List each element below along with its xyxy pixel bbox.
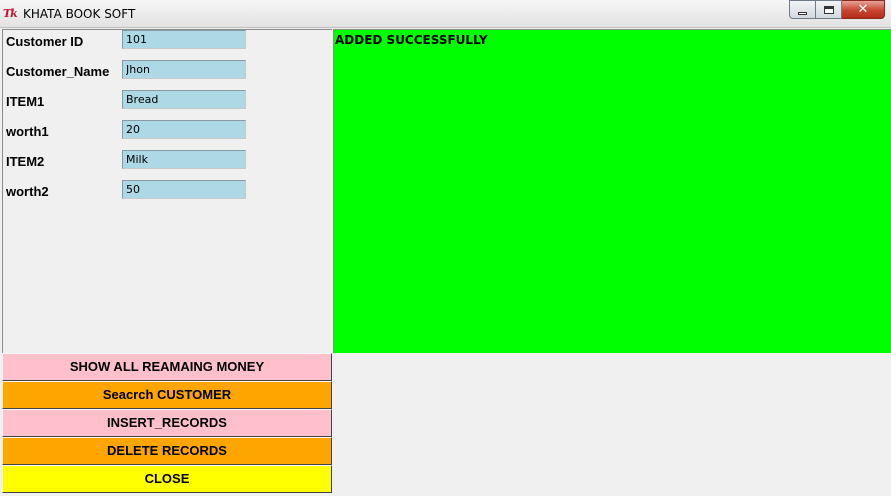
- worth2-input[interactable]: [122, 180, 246, 199]
- maximize-icon: [823, 5, 834, 14]
- customer-form: Customer ID Customer_Name ITEM1 worth1 I…: [2, 29, 332, 353]
- item1-input[interactable]: [122, 90, 246, 109]
- search-customer-button[interactable]: Seacrch CUSTOMER: [2, 381, 332, 409]
- insert-records-button[interactable]: INSERT_RECORDS: [2, 409, 332, 437]
- delete-records-button[interactable]: DELETE RECORDS: [2, 437, 332, 465]
- item1-label: ITEM1: [6, 94, 45, 109]
- customer-id-label: Customer ID: [6, 34, 84, 49]
- customer-name-label: Customer_Name: [6, 64, 110, 79]
- worth1-label: worth1: [6, 124, 49, 139]
- tk-feather-icon: Tk: [3, 7, 18, 20]
- minimize-button[interactable]: [789, 0, 816, 19]
- worth1-input[interactable]: [122, 120, 246, 139]
- item2-input[interactable]: [122, 150, 246, 169]
- customer-name-input[interactable]: [122, 60, 246, 79]
- window-title: KHATA BOOK SOFT: [23, 7, 136, 21]
- item2-label: ITEM2: [6, 154, 45, 169]
- status-message: ADDED SUCCESSFULLY: [335, 33, 488, 47]
- title-bar[interactable]: Tk KHATA BOOK SOFT ✕: [0, 0, 891, 28]
- maximize-button[interactable]: [816, 0, 842, 19]
- close-icon: ✕: [857, 2, 869, 17]
- worth2-label: worth2: [6, 184, 49, 199]
- close-window-button[interactable]: ✕: [842, 0, 885, 19]
- window-controls: ✕: [789, 0, 885, 19]
- close-button[interactable]: CLOSE: [2, 465, 332, 493]
- customer-id-input[interactable]: [122, 30, 246, 49]
- show-remaining-money-button[interactable]: SHOW ALL REAMAING MONEY: [2, 353, 332, 381]
- minimize-icon: [798, 11, 807, 15]
- output-display[interactable]: ADDED SUCCESSFULLY: [333, 29, 891, 353]
